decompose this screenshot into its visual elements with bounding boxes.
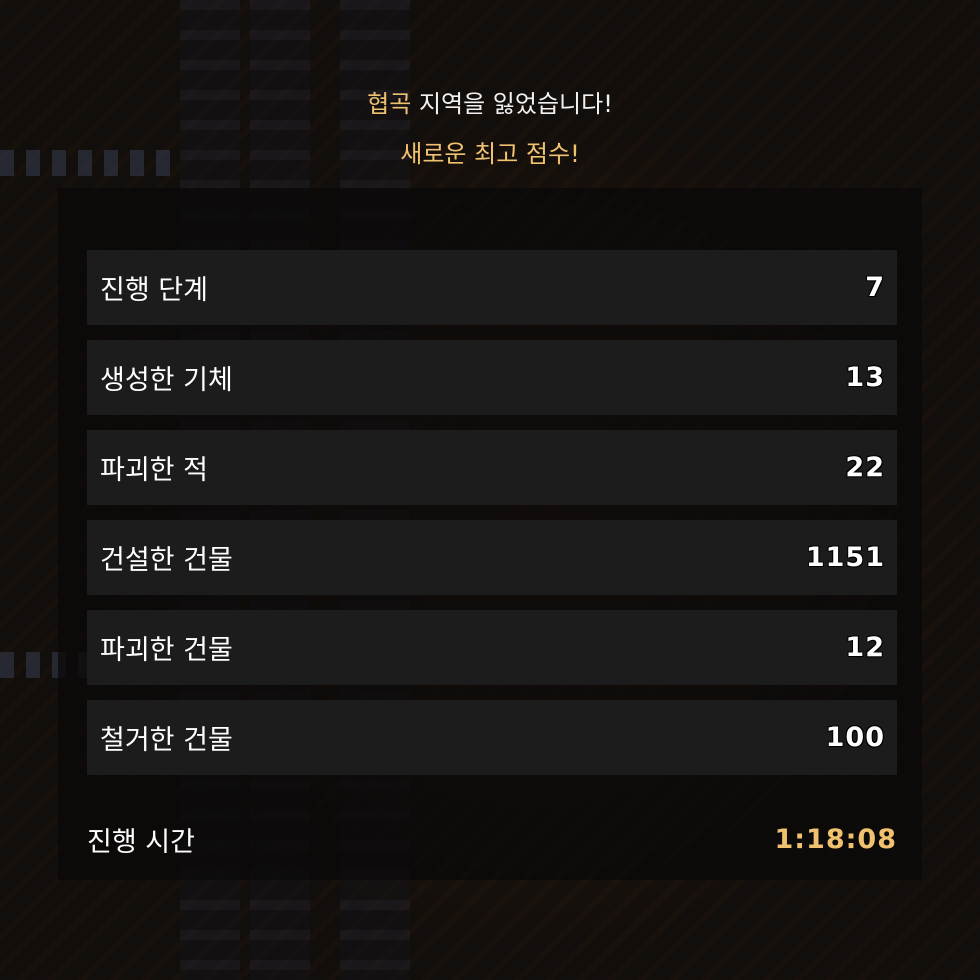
stat-label: 파괴한 적	[100, 455, 208, 486]
stat-row-units-built: 생성한 기체 13	[87, 340, 897, 415]
stat-label: 진행 단계	[100, 275, 208, 306]
stat-label: 생성한 기체	[100, 365, 233, 396]
new-high-score: 새로운 최고 점수!	[400, 140, 580, 168]
stat-label: 건설한 건물	[100, 545, 233, 576]
stat-value: 13	[845, 362, 885, 393]
region-name: 협곡	[367, 90, 412, 118]
region-lost-text: 지역을 잃었습니다!	[411, 90, 613, 118]
playtime-row: 진행 시간 1:18:08	[87, 815, 897, 863]
stat-row-buildings-deconstructed: 철거한 건물 100	[87, 700, 897, 775]
stat-value: 7	[865, 272, 885, 303]
playtime-label: 진행 시간	[87, 826, 195, 858]
stat-value: 1151	[805, 542, 885, 573]
stat-row-waves: 진행 단계 7	[87, 250, 897, 325]
stats-list: 진행 단계 7 생성한 기체 13 파괴한 적 22 건설한 건물 1151 파…	[87, 250, 897, 790]
stat-value: 22	[845, 452, 885, 483]
stat-label: 파괴한 건물	[100, 635, 233, 666]
stat-value: 100	[825, 722, 885, 753]
stat-row-buildings-destroyed: 파괴한 건물 12	[87, 610, 897, 685]
stat-label: 철거한 건물	[100, 725, 233, 756]
stat-row-enemies-destroyed: 파괴한 적 22	[87, 430, 897, 505]
playtime-value: 1:18:08	[774, 823, 897, 855]
region-lost-message: 협곡 지역을 잃었습니다!	[0, 84, 980, 119]
stat-value: 12	[845, 632, 885, 663]
stat-row-buildings-built: 건설한 건물 1151	[87, 520, 897, 595]
